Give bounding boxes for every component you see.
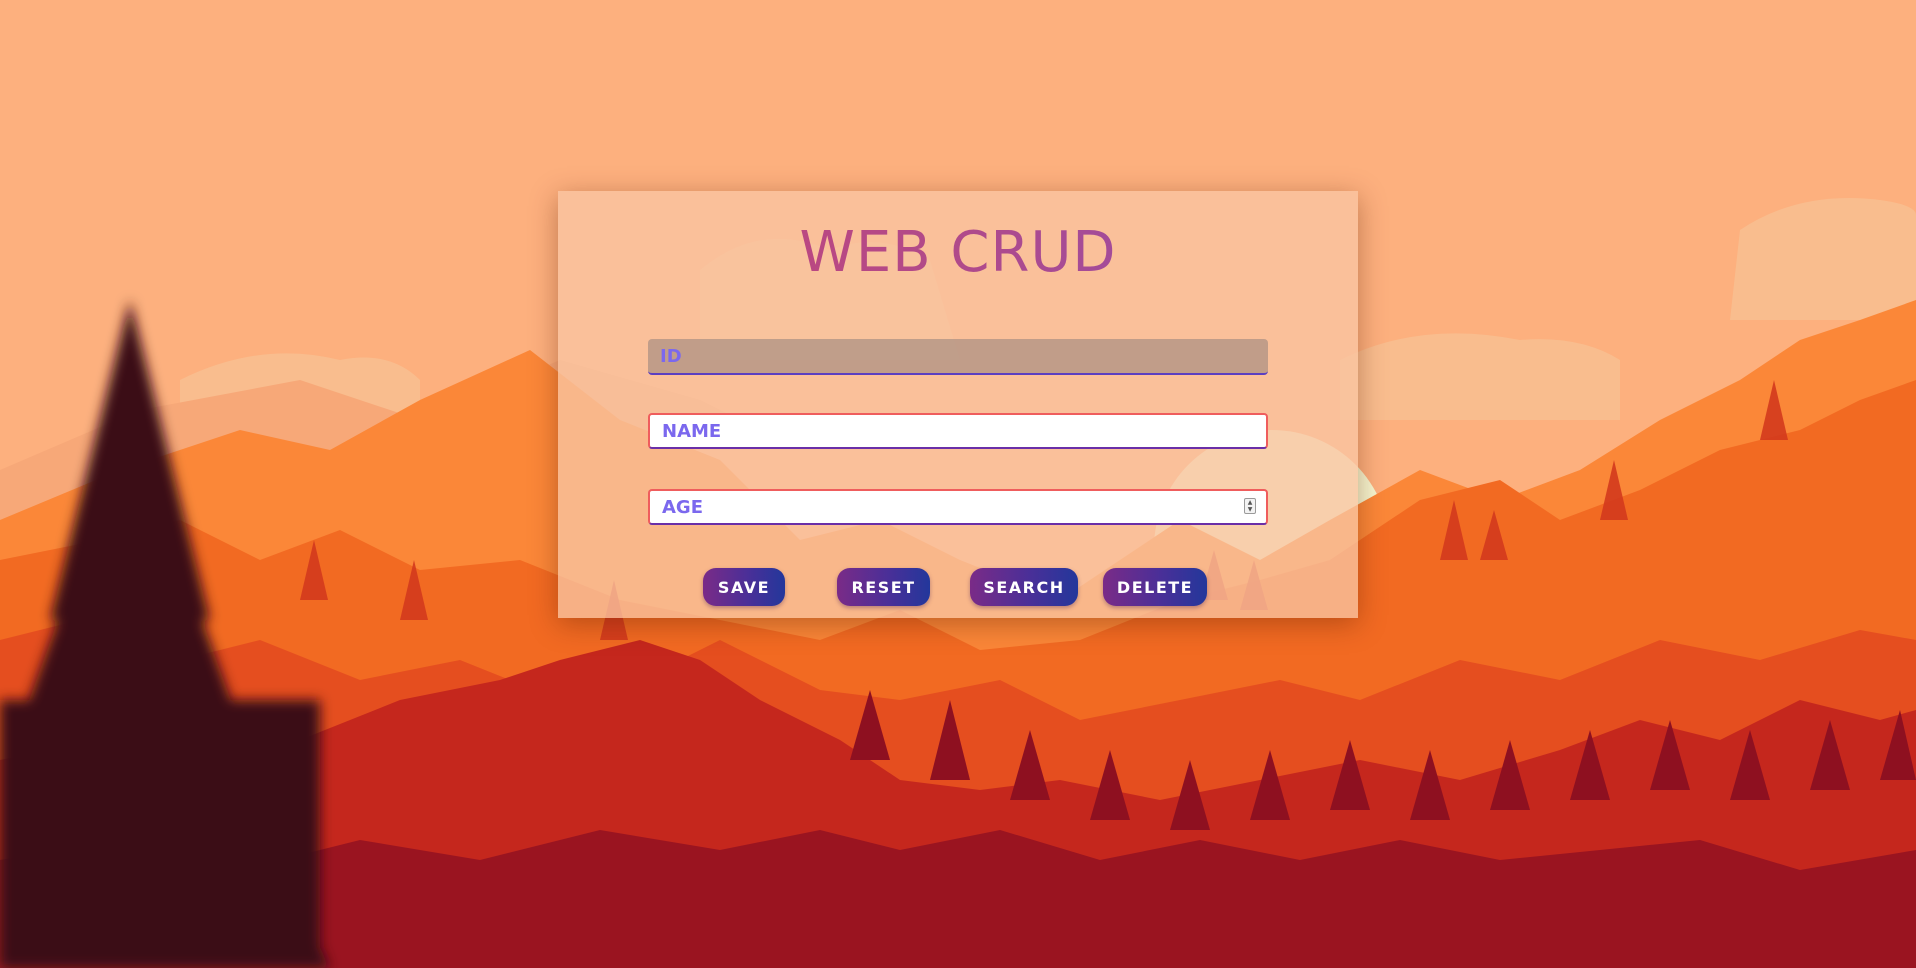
reset-button[interactable]: RESET: [837, 568, 930, 606]
save-button[interactable]: SAVE: [703, 568, 785, 606]
age-field-wrapper: ▲▼: [648, 489, 1268, 525]
id-field[interactable]: [648, 339, 1268, 375]
page-title: WEB CRUD: [558, 225, 1358, 281]
search-button[interactable]: SEARCH: [970, 568, 1078, 606]
crud-form-panel: WEB CRUD ▲▼ SAVE RESET SEARCH DELETE: [558, 191, 1358, 618]
age-field[interactable]: [648, 489, 1268, 525]
delete-button[interactable]: DELETE: [1103, 568, 1207, 606]
name-field[interactable]: [648, 413, 1268, 449]
age-stepper-icon[interactable]: ▲ ▼: [1244, 498, 1256, 514]
